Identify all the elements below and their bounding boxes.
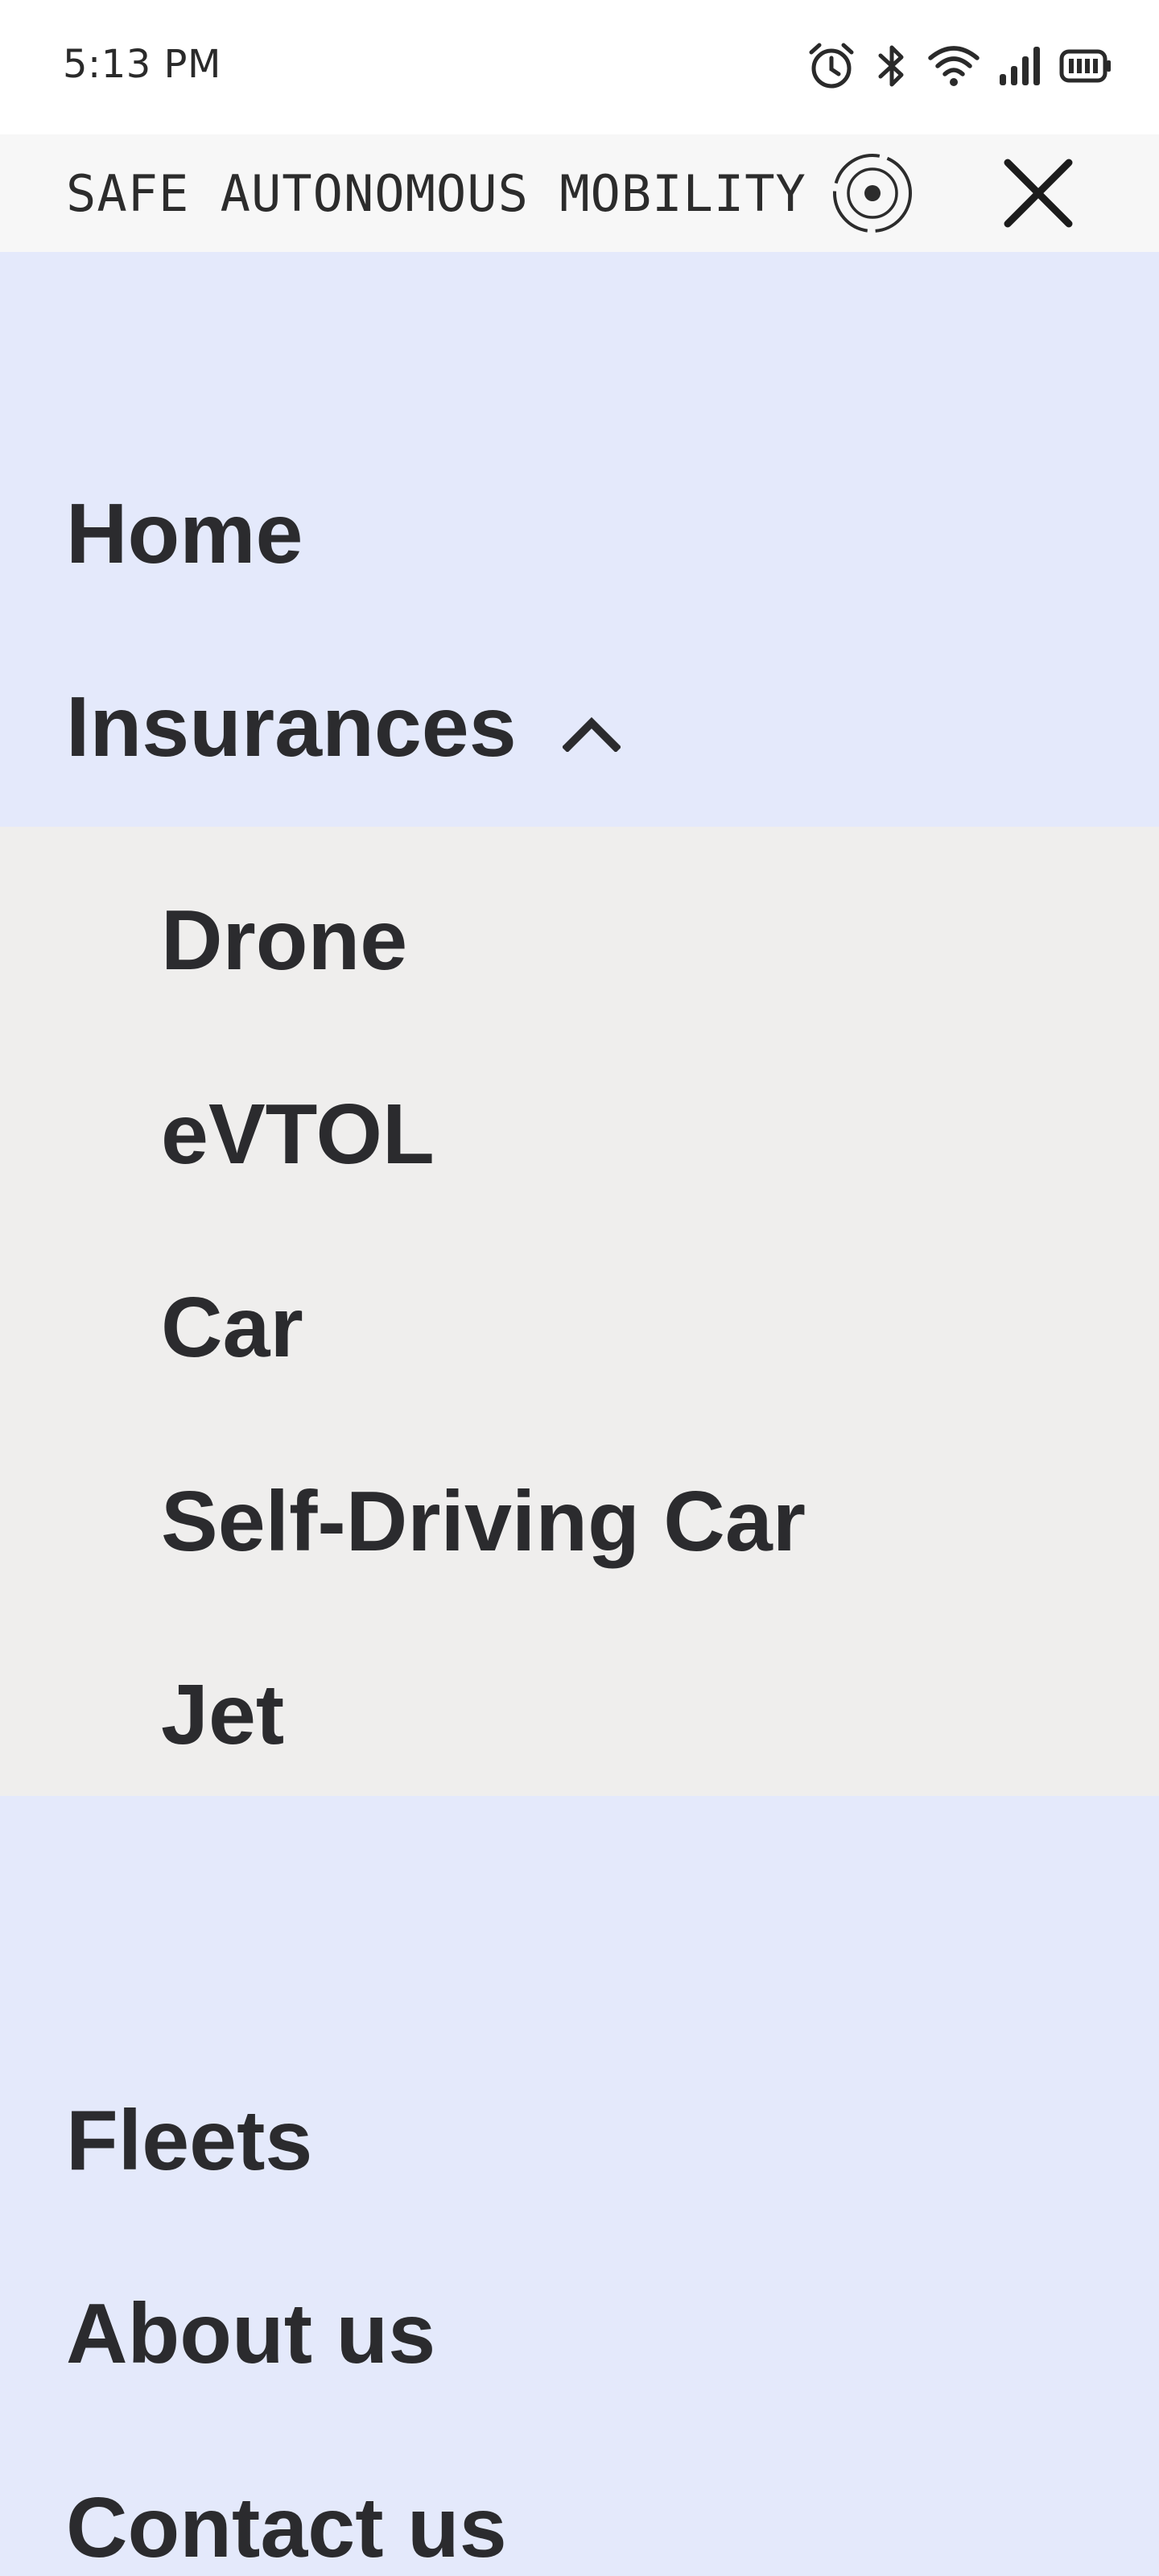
- insurances-submenu: Drone eVTOL Car Self-Driving Car Jet: [0, 827, 1159, 1796]
- menu-item-fleets[interactable]: Fleets: [66, 2098, 312, 2183]
- close-icon: [1004, 159, 1073, 228]
- header-bar: SAFE AUTONOMOUS MOBILITY: [0, 134, 1159, 252]
- target-logo-icon: [832, 154, 912, 233]
- submenu-item-car[interactable]: Car: [161, 1285, 303, 1370]
- menu-item-home[interactable]: Home: [66, 491, 303, 576]
- brand[interactable]: SAFE AUTONOMOUS MOBILITY: [66, 154, 914, 233]
- brand-name: SAFE AUTONOMOUS MOBILITY: [66, 163, 806, 223]
- wifi-icon: [927, 43, 980, 89]
- battery-icon: [1059, 47, 1112, 85]
- close-button[interactable]: [990, 134, 1087, 252]
- submenu-item-self-driving-car[interactable]: Self-Driving Car: [161, 1479, 806, 1564]
- submenu-item-drone[interactable]: Drone: [161, 898, 407, 983]
- chevron-up-icon: [563, 716, 621, 752]
- signal-icon: [998, 43, 1041, 89]
- status-icons: [806, 37, 1112, 95]
- menu-item-insurances[interactable]: Insurances: [66, 684, 621, 770]
- menu-item-contact[interactable]: Contact us: [66, 2485, 507, 2570]
- alarm-icon: [806, 41, 856, 91]
- submenu-item-evtol[interactable]: eVTOL: [161, 1092, 435, 1177]
- status-bar: 5:13 PM: [0, 0, 1159, 134]
- status-time: 5:13 PM: [63, 42, 221, 87]
- menu-item-about[interactable]: About us: [66, 2291, 435, 2376]
- submenu-item-jet[interactable]: Jet: [161, 1672, 284, 1757]
- bluetooth-icon: [874, 41, 909, 91]
- menu-item-insurances-label: Insurances: [66, 679, 517, 774]
